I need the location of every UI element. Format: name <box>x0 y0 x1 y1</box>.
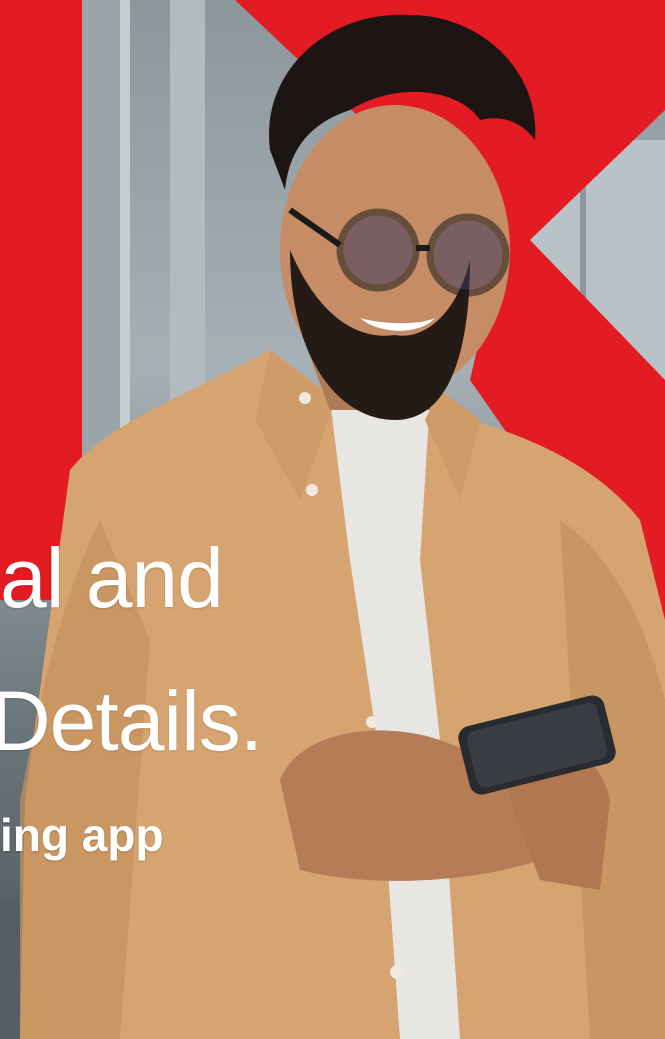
headline-line-2: Details. <box>0 674 263 768</box>
hero-banner: al and Details. ing app <box>0 0 665 1039</box>
headline-line-1: al and <box>0 531 224 625</box>
hero-subheadline: ing app <box>0 809 164 861</box>
person-photo <box>20 14 665 1039</box>
